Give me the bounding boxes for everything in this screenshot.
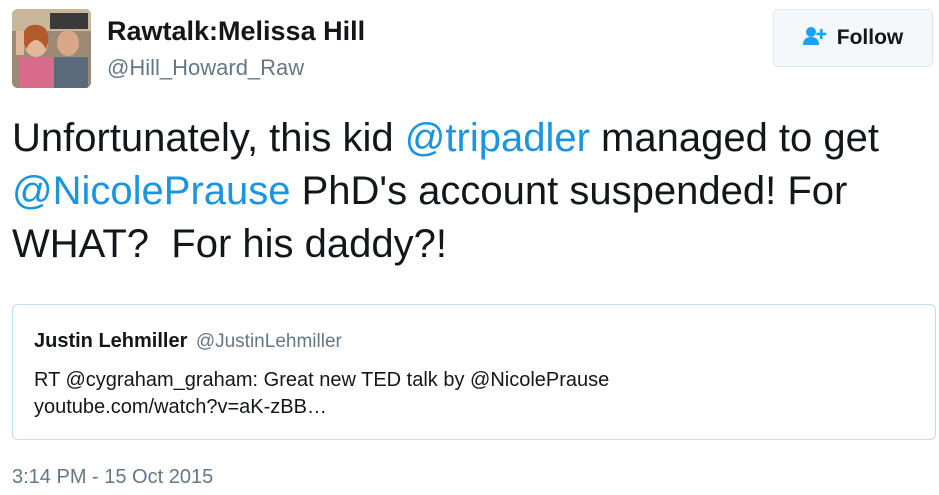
- avatar[interactable]: [12, 9, 91, 88]
- avatar-photo: [12, 9, 91, 88]
- tweet-text: Unfortunately, this kid @tripadler manag…: [12, 112, 932, 271]
- tweet-timestamp[interactable]: 3:14 PM - 15 Oct 2015: [12, 466, 213, 489]
- quoted-author-handle: @JustinLehmiller: [195, 331, 342, 352]
- follow-button[interactable]: Follow: [773, 9, 933, 67]
- mention-link[interactable]: @tripadler: [405, 116, 590, 160]
- quoted-tweet-author: Justin Lehmiller @JustinLehmiller: [34, 330, 342, 353]
- tweet-text-segment: Unfortunately, this kid: [12, 116, 405, 160]
- add-user-icon: [802, 26, 827, 51]
- follow-button-label: Follow: [836, 26, 904, 49]
- mention-link[interactable]: @NicolePrause: [12, 169, 291, 213]
- author-display-name[interactable]: Rawtalk:Melissa Hill: [107, 16, 365, 47]
- quoted-author-name: Justin Lehmiller: [34, 330, 188, 352]
- quoted-tweet-link: youtube.com/watch?v=aK-zBB…: [34, 396, 327, 418]
- author-handle[interactable]: @Hill_Howard_Raw: [107, 55, 304, 81]
- tweet-text-segment: managed to get: [589, 116, 880, 160]
- quoted-tweet-line: RT @cygraham_graham: Great new TED talk …: [34, 369, 610, 391]
- quoted-tweet-text: RT @cygraham_graham: Great new TED talk …: [34, 367, 914, 421]
- quoted-tweet-card[interactable]: Justin Lehmiller @JustinLehmiller RT @cy…: [12, 304, 936, 440]
